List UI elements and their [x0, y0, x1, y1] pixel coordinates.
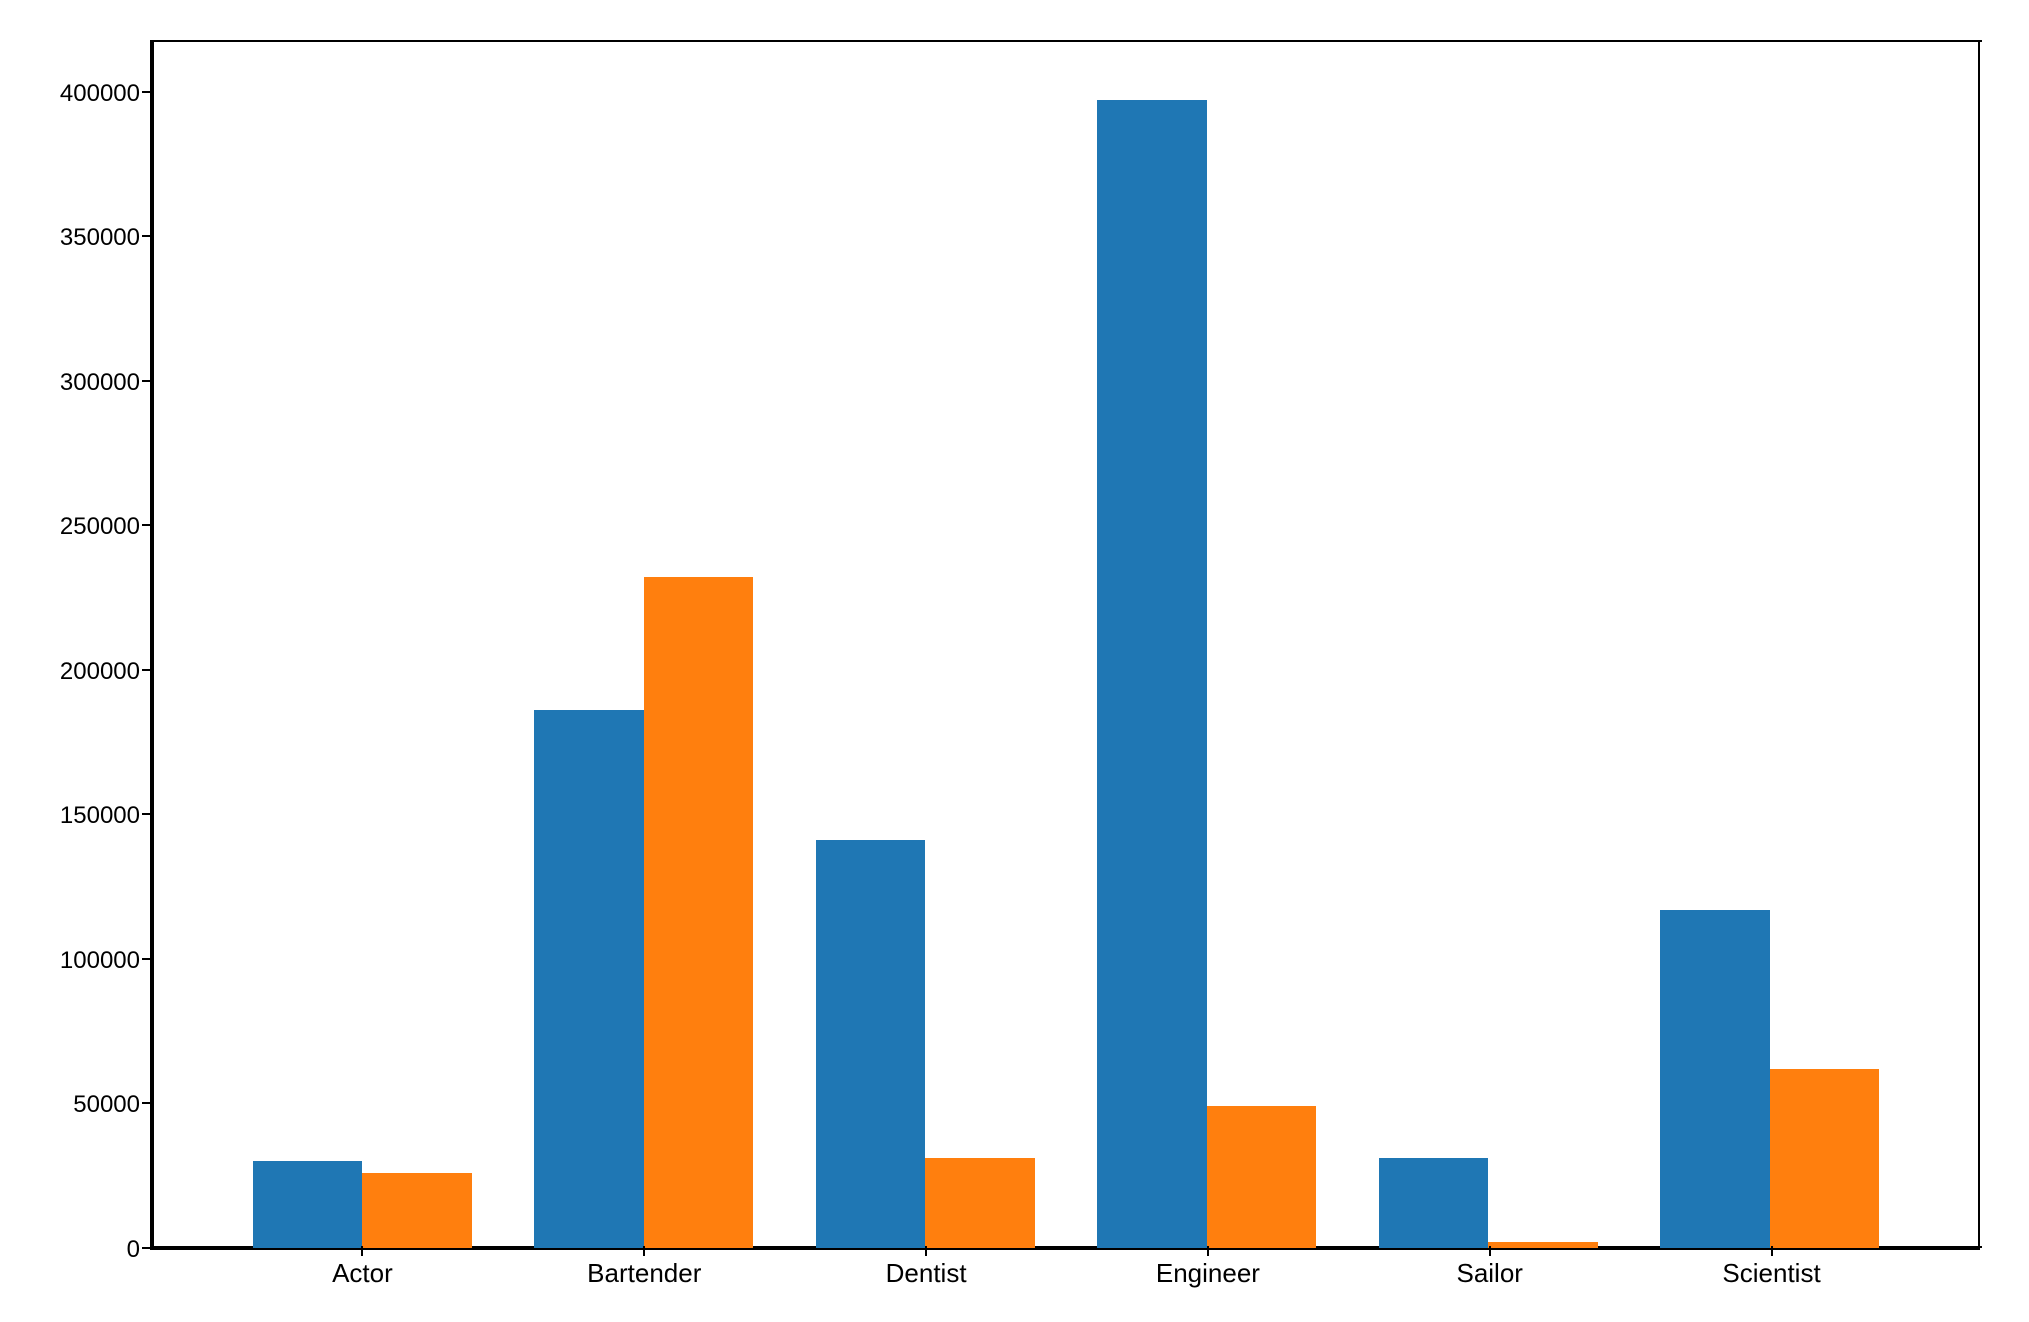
y-tick-label: 400000	[60, 80, 140, 108]
spine-top	[152, 40, 1982, 42]
y-tick-label: 0	[127, 1236, 140, 1264]
bar-series2	[1770, 1069, 1880, 1248]
x-tick-mark	[1489, 1246, 1491, 1256]
bar-series2	[1207, 1106, 1317, 1248]
x-axis-label: Bartender	[587, 1258, 701, 1289]
bar-series2	[644, 577, 754, 1248]
y-tick-label: 300000	[60, 369, 140, 397]
bar-series2	[362, 1173, 472, 1248]
chart-container: 0 50000 100000 150000 200000 250000 3000…	[150, 40, 1980, 1280]
x-axis-label: Scientist	[1722, 1258, 1820, 1289]
y-tick-label: 50000	[73, 1091, 140, 1119]
bar-series1	[1379, 1158, 1489, 1248]
x-axis: Actor Bartender Dentist Engineer Sailor …	[152, 1248, 1982, 1288]
bar-series1	[253, 1161, 363, 1248]
y-axis: 0 50000 100000 150000 200000 250000 3000…	[2, 40, 152, 1250]
y-tick-mark	[142, 380, 152, 382]
x-axis-label: Actor	[332, 1258, 393, 1289]
plot-area: 0 50000 100000 150000 200000 250000 3000…	[150, 40, 1980, 1250]
y-tick-mark	[142, 524, 152, 526]
y-tick-mark	[142, 813, 152, 815]
y-tick-label: 200000	[60, 658, 140, 686]
bar-series1	[816, 840, 926, 1248]
x-tick-mark	[361, 1246, 363, 1256]
y-tick-mark	[142, 669, 152, 671]
spine-right	[1978, 40, 1980, 1250]
bar-series1	[1660, 910, 1770, 1248]
y-tick-label: 350000	[60, 224, 140, 252]
y-tick-label: 250000	[60, 513, 140, 541]
y-tick-mark	[142, 958, 152, 960]
x-tick-mark	[925, 1246, 927, 1256]
y-tick-mark	[142, 1247, 152, 1249]
x-axis-label: Engineer	[1156, 1258, 1260, 1289]
y-tick-mark	[142, 235, 152, 237]
x-tick-mark	[643, 1246, 645, 1256]
bar-series2	[925, 1158, 1035, 1248]
x-axis-label: Sailor	[1456, 1258, 1522, 1289]
y-tick-label: 150000	[60, 802, 140, 830]
y-tick-label: 100000	[60, 947, 140, 975]
bar-series1	[1097, 100, 1207, 1248]
x-tick-mark	[1771, 1246, 1773, 1256]
y-tick-mark	[142, 91, 152, 93]
y-tick-mark	[142, 1102, 152, 1104]
x-axis-label: Dentist	[886, 1258, 967, 1289]
x-tick-mark	[1207, 1246, 1209, 1256]
spine-left	[152, 40, 154, 1250]
bar-series1	[534, 710, 644, 1248]
